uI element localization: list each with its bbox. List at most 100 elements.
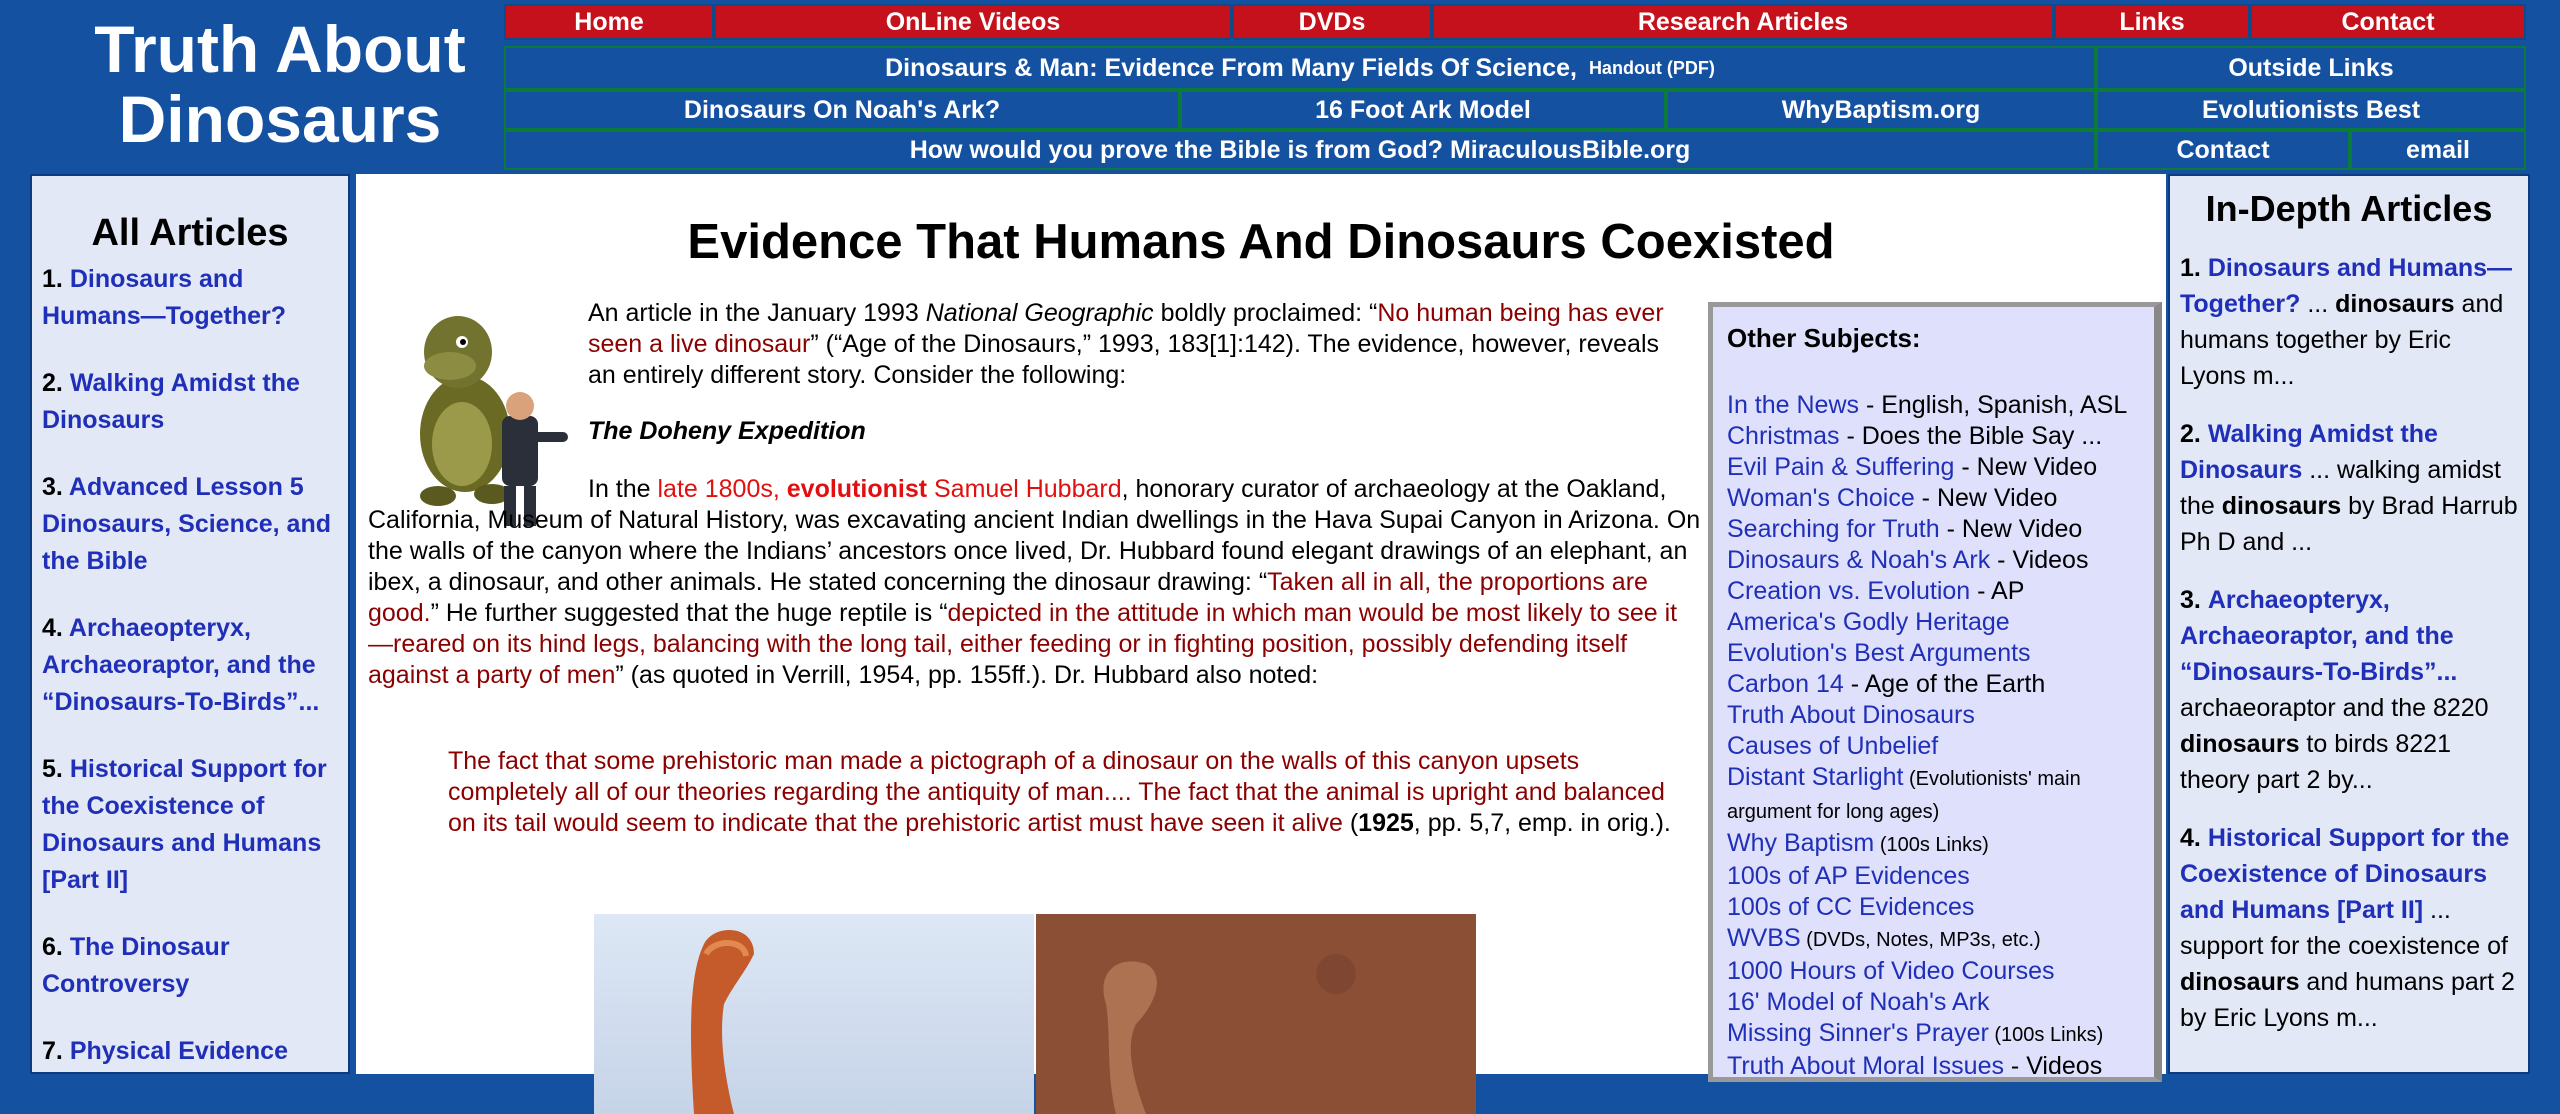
other-subject-item: Distant Starlight (Evolutionists' main a… — [1727, 762, 2140, 828]
nav-research-articles[interactable]: Research Articles — [1432, 4, 2054, 40]
in-depth-number: 4. — [2180, 824, 2201, 852]
nav-handout-pdf[interactable]: Handout (PDF) — [1589, 58, 1715, 79]
nav-links[interactable]: Links — [2054, 4, 2250, 40]
pictograph-image — [1036, 914, 1476, 1114]
article-number: 1. — [42, 265, 63, 293]
article-number: 3. — [42, 473, 63, 501]
nav-contact-2[interactable]: Contact — [2096, 130, 2350, 170]
other-subject-link[interactable]: Carbon 14 — [1727, 670, 1844, 698]
other-subject-link[interactable]: Evil Pain & Suffering — [1727, 453, 1954, 481]
dinosaur-model-image — [594, 914, 1034, 1114]
other-subject-link[interactable]: Creation vs. Evolution — [1727, 577, 1970, 605]
in-depth-link[interactable]: Archaeopteryx, Archaeoraptor, and the “D… — [2180, 586, 2457, 686]
left-article-link[interactable]: Physical Evidence — [70, 1037, 288, 1065]
in-depth-item: 1. Dinosaurs and Humans—Together? ... di… — [2180, 250, 2518, 394]
other-subject-item: Truth About Dinosaurs — [1727, 700, 2140, 731]
in-depth-snippet-keyword: dinosaurs — [2180, 730, 2300, 758]
nav-miraculous-bible[interactable]: How would you prove the Bible is from Go… — [504, 130, 2096, 170]
nav-dinosaurs-on-noahs-ark[interactable]: Dinosaurs On Noah's Ark? — [504, 90, 1180, 130]
block-quote: The fact that some prehistoric man made … — [448, 746, 1678, 839]
other-subject-note: - English, Spanish, ASL — [1859, 391, 2128, 419]
in-depth-heading: In-Depth Articles — [2205, 188, 2493, 229]
other-subject-link[interactable]: Why Baptism — [1727, 829, 1874, 857]
other-subject-small-note: (100s Links) — [1874, 834, 1989, 856]
other-subject-link[interactable]: 16' Model of Noah's Ark — [1727, 988, 1989, 1016]
hubbard-text-g: ” He further suggested that the huge rep… — [430, 599, 948, 627]
other-subject-link[interactable]: Truth About Dinosaurs — [1727, 701, 1975, 729]
other-subject-item: 1000 Hours of Video Courses — [1727, 956, 2140, 987]
other-subject-link[interactable]: Evolution's Best Arguments — [1727, 639, 2031, 667]
other-subject-note: - New Video — [1954, 453, 2098, 481]
other-subject-link[interactable]: 1000 Hours of Video Courses — [1727, 957, 2055, 985]
other-subject-item: Christmas - Does the Bible Say ... — [1727, 421, 2140, 452]
left-sidebar: All Articles 1. Dinosaurs and Humans—Tog… — [30, 174, 350, 1074]
left-article-item: 6. The Dinosaur Controversy — [32, 929, 348, 1003]
other-subject-item: 100s of CC Evidences — [1727, 892, 2140, 923]
left-article-link[interactable]: Historical Support for the Coexistence o… — [42, 755, 327, 894]
intro-magazine: National Geographic — [925, 299, 1154, 327]
hubbard-text-b: late 1800s, — [657, 475, 787, 503]
intro-paragraph: An article in the January 1993 National … — [588, 298, 1678, 391]
other-subject-item: Dinosaurs & Noah's Ark - Videos — [1727, 545, 2140, 576]
nav-contact[interactable]: Contact — [2250, 4, 2526, 40]
left-article-item: 5. Historical Support for the Coexistenc… — [32, 751, 348, 899]
other-subject-link[interactable]: 100s of CC Evidences — [1727, 893, 1974, 921]
doheny-subheading-text: The Doheny Expedition — [588, 417, 866, 445]
other-subject-item: Why Baptism (100s Links) — [1727, 828, 2140, 861]
in-depth-snippet-a: ... — [2300, 290, 2336, 318]
doheny-subheading: The Doheny Expedition — [588, 416, 866, 447]
other-subject-link[interactable]: Woman's Choice — [1727, 484, 1915, 512]
other-subject-small-note: (100s Links) — [1988, 1024, 2104, 1046]
nav-row-3: Dinosaurs On Noah's Ark? 16 Foot Ark Mod… — [504, 90, 2526, 130]
in-depth-link[interactable]: Historical Support for the Coexistence o… — [2180, 824, 2509, 924]
other-subject-note: - Does the Bible Say ... — [1839, 422, 2103, 450]
other-subject-link[interactable]: WVBS — [1727, 924, 1801, 952]
nav-home[interactable]: Home — [504, 4, 714, 40]
other-subject-link[interactable]: Dinosaurs & Noah's Ark — [1727, 546, 1990, 574]
other-subject-link[interactable]: America's Godly Heritage — [1727, 608, 2010, 636]
other-subject-item: Evolution's Best Arguments — [1727, 638, 2140, 669]
left-article-item: 7. Physical Evidence — [32, 1033, 348, 1070]
all-articles-heading: All Articles — [91, 212, 289, 254]
other-subject-link[interactable]: 100s of AP Evidences — [1727, 862, 1970, 890]
left-article-link[interactable]: The Dinosaur Controversy — [42, 933, 230, 998]
nav-evolutionists-best[interactable]: Evolutionists Best — [2096, 90, 2526, 130]
left-article-link[interactable]: Walking Amidst the Dinosaurs — [42, 369, 300, 434]
other-subject-note: - Age of the Earth — [1843, 670, 2046, 698]
left-article-item: 4. Archaeopteryx, Archaeoraptor, and the… — [32, 610, 348, 721]
other-subject-small-note: (DVDs, Notes, MP3s, etc.) — [1800, 929, 2041, 951]
nav-outside-links[interactable]: Outside Links — [2096, 46, 2526, 90]
intro-text-c: boldly proclaimed: “ — [1153, 299, 1378, 327]
block-quote-b: ( — [1342, 809, 1359, 837]
hubbard-text-i: ” (as quoted in Verrill, 1954, pp. 155ff… — [615, 661, 1319, 689]
left-article-link[interactable]: Dinosaurs and Humans—Together? — [42, 265, 286, 330]
site-title[interactable]: Truth About Dinosaurs — [30, 14, 530, 154]
other-subject-note: - Videos — [2003, 1052, 2103, 1080]
left-article-link[interactable]: Advanced Lesson 5 Dinosaurs, Science, an… — [42, 473, 331, 575]
nav-email[interactable]: email — [2350, 130, 2526, 170]
hubbard-paragraph: In the late 1800s, evolutionist Samuel H… — [368, 474, 1702, 691]
other-subjects-box: Other Subjects: In the News - English, S… — [1708, 302, 2162, 1082]
nav-online-videos[interactable]: OnLine Videos — [714, 4, 1232, 40]
other-subject-link[interactable]: Truth About Moral Issues — [1727, 1052, 2004, 1077]
other-subject-link[interactable]: In the News — [1727, 391, 1859, 419]
intro-text-a: An article in the January 1993 — [588, 299, 926, 327]
article-number: 7. — [42, 1037, 63, 1065]
other-subject-link[interactable]: Missing Sinner's Prayer — [1727, 1019, 1989, 1047]
other-subject-item: 100s of AP Evidences — [1727, 861, 2140, 892]
left-article-link[interactable]: Archaeopteryx, Archaeoraptor, and the “D… — [42, 614, 319, 716]
block-quote-d: , pp. 5,7, emp. in orig.). — [1413, 809, 1671, 837]
nav-dvds[interactable]: DVDs — [1232, 4, 1432, 40]
nav-whybaptism[interactable]: WhyBaptism.org — [1666, 90, 2096, 130]
nav-dinosaurs-and-man[interactable]: Dinosaurs & Man: Evidence From Many Fiel… — [504, 46, 2096, 90]
site-title-line1: Truth About — [94, 12, 466, 86]
nav-16-foot-ark-model[interactable]: 16 Foot Ark Model — [1180, 90, 1666, 130]
left-article-item: 3. Advanced Lesson 5 Dinosaurs, Science,… — [32, 469, 348, 580]
other-subject-item: Carbon 14 - Age of the Earth — [1727, 669, 2140, 700]
other-subject-link[interactable]: Christmas — [1727, 422, 1840, 450]
other-subject-link[interactable]: Searching for Truth — [1727, 515, 1940, 543]
in-depth-snippet-a: archaeoraptor and the 8220 — [2180, 694, 2489, 722]
other-subject-link[interactable]: Causes of Unbelief — [1727, 732, 1938, 760]
page-title: Evidence That Humans And Dinosaurs Coexi… — [687, 215, 1835, 269]
other-subject-link[interactable]: Distant Starlight — [1727, 763, 1903, 791]
